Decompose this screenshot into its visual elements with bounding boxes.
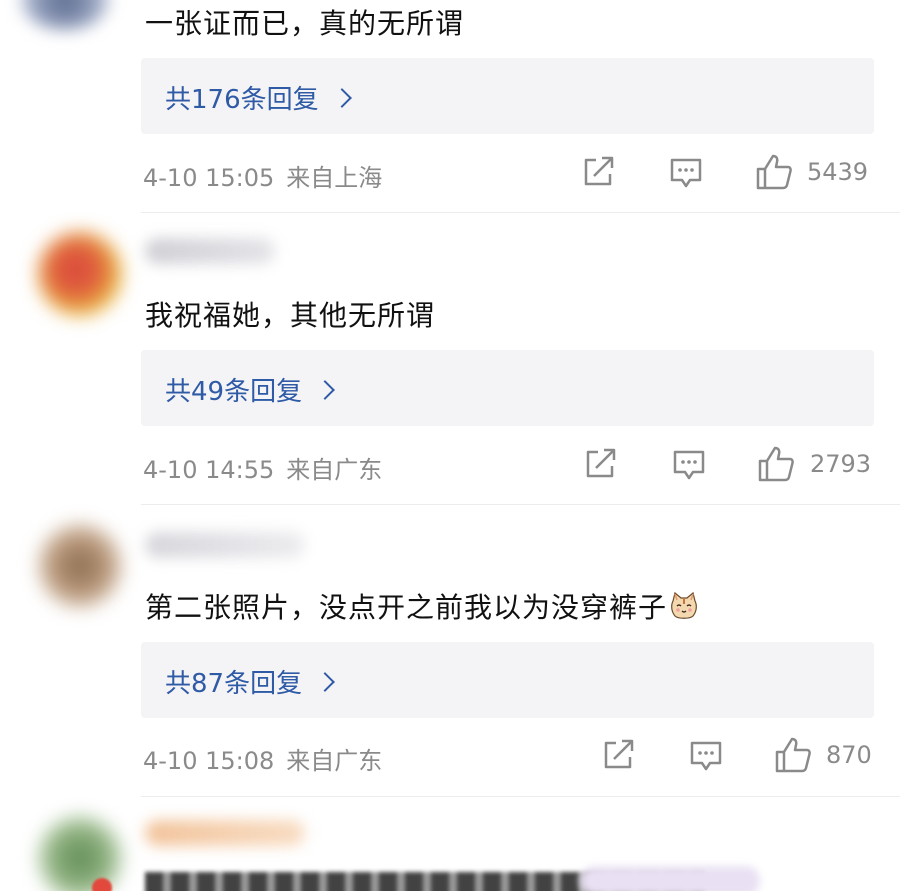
view-replies-link[interactable]: 共49条回复 xyxy=(165,371,335,408)
comment-date: 4-10 15:05 xyxy=(143,164,275,192)
comment-icon[interactable] xyxy=(672,448,706,486)
reply-count-label: 共176条回复 xyxy=(165,85,319,115)
badge-icon xyxy=(92,878,112,891)
chevron-right-icon xyxy=(331,88,352,108)
like-count: 5439 xyxy=(807,158,869,186)
comment-meta: 4-10 15:05 来自上海 xyxy=(143,158,382,193)
username[interactable] xyxy=(145,532,305,558)
chevron-right-icon xyxy=(315,672,335,692)
comment-text: 我祝福她，其他无所谓 xyxy=(145,299,436,332)
reply-count-label: 共87条回复 xyxy=(165,669,303,699)
comment-meta: 4-10 15:08 来自广东 xyxy=(143,741,382,776)
comment-feed: 一张证而已，真的无所谓 共176条回复 4-10 15:05 来自上海 5439 … xyxy=(0,0,900,891)
comment-date: 4-10 15:08 xyxy=(143,747,275,775)
chevron-right-icon xyxy=(315,380,335,400)
view-replies-link[interactable]: 共176条回复 xyxy=(165,79,352,116)
username[interactable] xyxy=(145,238,275,264)
like-count: 2793 xyxy=(810,450,872,478)
thumbs-up-icon[interactable] xyxy=(774,736,812,778)
share-icon[interactable] xyxy=(582,156,616,192)
highlight-blur xyxy=(580,866,760,891)
thumbs-up-icon[interactable] xyxy=(757,445,795,487)
reply-box: 共176条回复 xyxy=(141,58,874,134)
share-icon[interactable] xyxy=(584,448,618,484)
avatar[interactable] xyxy=(38,816,122,891)
divider xyxy=(141,212,900,213)
divider xyxy=(141,504,900,505)
comment-text: 一张证而已，真的无所谓 xyxy=(145,7,465,40)
comment-icon[interactable] xyxy=(669,156,703,194)
divider xyxy=(141,796,900,797)
reply-box: 共87条回复 xyxy=(141,642,874,718)
avatar[interactable] xyxy=(38,232,122,316)
view-replies-link[interactable]: 共87条回复 xyxy=(165,663,335,700)
cat-face-emoji xyxy=(669,591,699,621)
comment-location: 来自上海 xyxy=(286,164,383,192)
username[interactable] xyxy=(145,820,305,846)
comment-location: 来自广东 xyxy=(286,456,383,484)
share-icon[interactable] xyxy=(602,739,636,775)
comment-location: 来自广东 xyxy=(286,747,383,775)
avatar[interactable] xyxy=(38,524,122,608)
reply-count-label: 共49条回复 xyxy=(165,377,303,407)
comment-text-content: 第二张照片，没点开之前我以为没穿裤子 xyxy=(145,591,668,624)
reply-box: 共49条回复 xyxy=(141,350,874,426)
like-count: 870 xyxy=(826,741,872,769)
thumbs-up-icon[interactable] xyxy=(755,153,793,195)
avatar[interactable] xyxy=(20,0,110,30)
comment-date: 4-10 14:55 xyxy=(143,456,275,484)
comment-icon[interactable] xyxy=(689,739,723,777)
comment-meta: 4-10 14:55 来自广东 xyxy=(143,450,382,485)
comment-text: 第二张照片，没点开之前我以为没穿裤子 xyxy=(145,586,699,626)
